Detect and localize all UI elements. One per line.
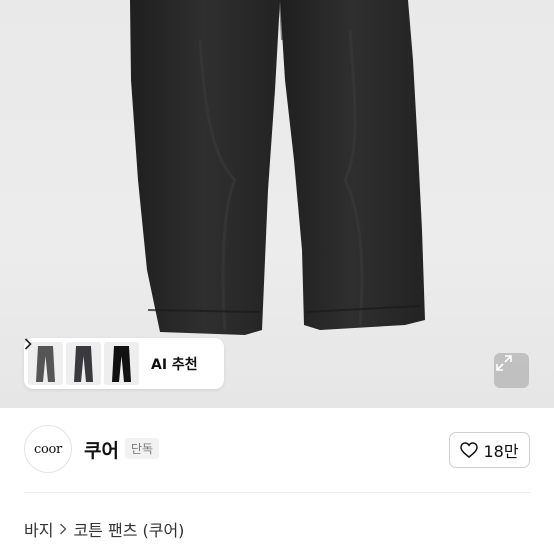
exclusive-badge: 단독 (125, 438, 160, 459)
seller-avatar[interactable]: coor (24, 425, 72, 473)
expand-arrows-icon (496, 355, 512, 371)
product-image[interactable]: AI 추천 (0, 0, 554, 408)
chevron-right-icon (59, 520, 67, 539)
divider (24, 492, 530, 493)
breadcrumb-subcategory[interactable]: 코튼 팬츠 (쿠어) (73, 517, 184, 541)
breadcrumb-category[interactable]: 바지 (24, 517, 53, 541)
black-pants-thumb[interactable] (104, 342, 139, 385)
like-count: 18만 (483, 442, 519, 461)
ai-recommend-chip[interactable]: AI 추천 (24, 338, 224, 389)
breadcrumb: 바지 코튼 팬츠 (쿠어) (24, 517, 184, 541)
ai-recommend-label: AI 추천 (151, 356, 198, 373)
seller-name[interactable]: 쿠어 (84, 436, 119, 463)
expand-button[interactable] (494, 353, 529, 388)
grey-pants-thumb[interactable] (28, 342, 63, 385)
seller-row[interactable]: coor 쿠어 단독 18만 (0, 408, 554, 492)
like-button[interactable]: 18만 (449, 432, 530, 468)
charcoal-pants-thumb[interactable] (66, 342, 101, 385)
heart-icon (460, 442, 479, 458)
